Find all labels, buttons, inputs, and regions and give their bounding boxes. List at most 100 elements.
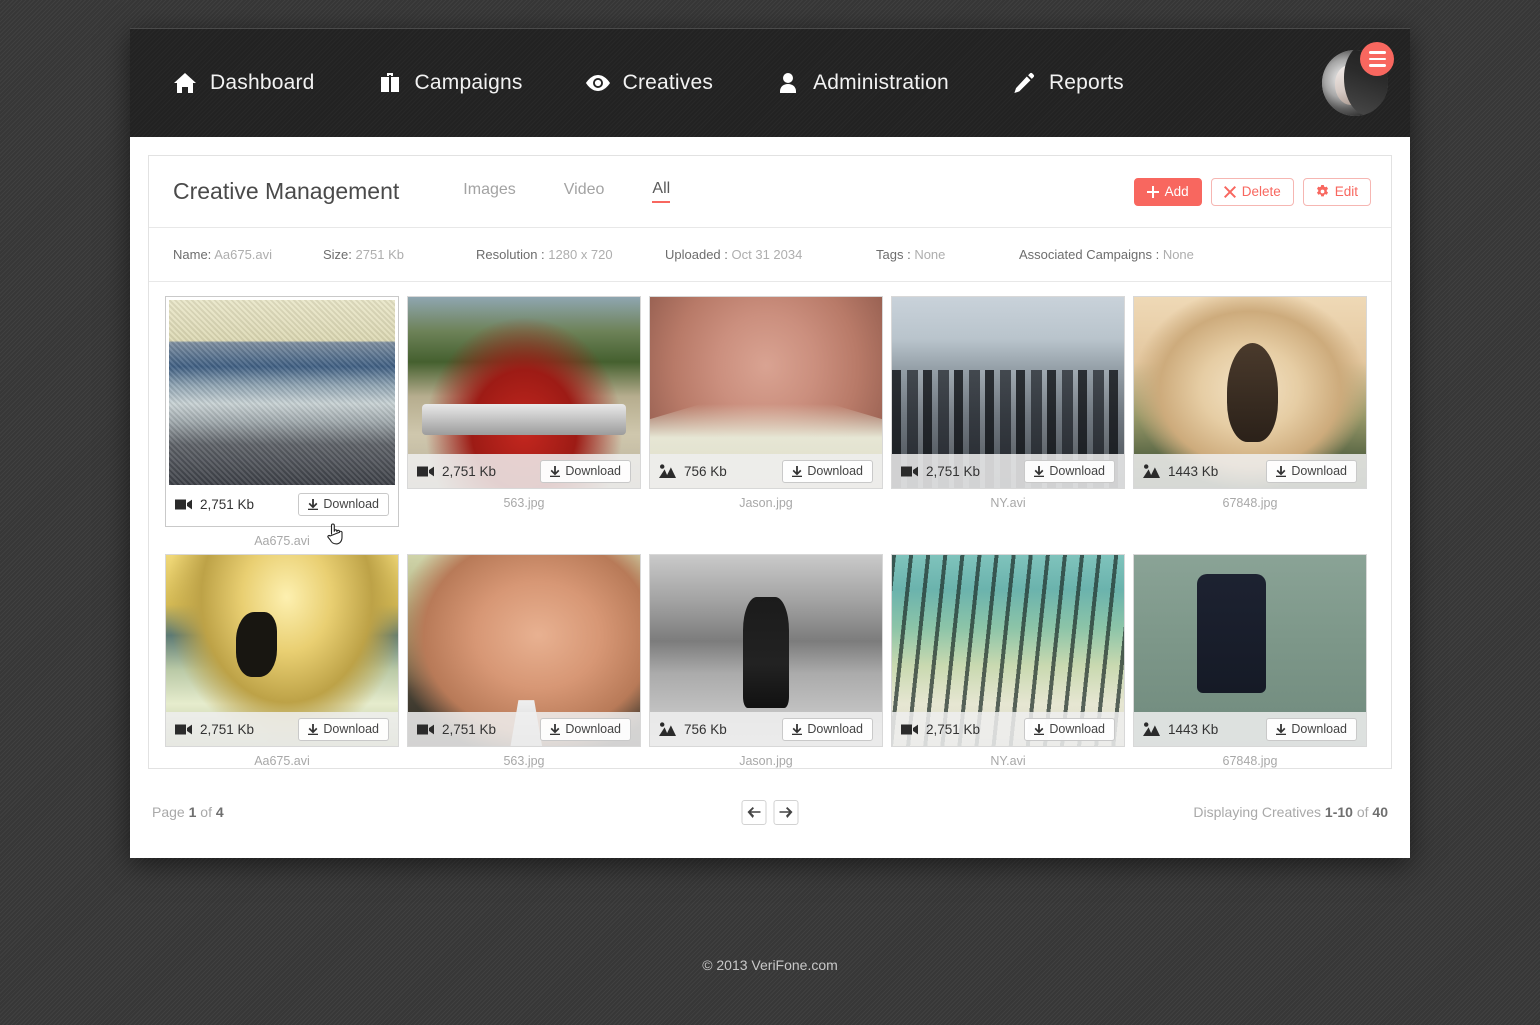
nav-item-administration[interactable]: Administration <box>775 70 949 96</box>
creative-thumbnail[interactable]: 2,751 Kb Download <box>408 555 640 746</box>
meta-campaigns-value: None <box>1162 247 1194 262</box>
download-button-label: Download <box>565 464 621 478</box>
creative-filename: 67848.jpg <box>1222 496 1278 510</box>
hamburger-icon[interactable] <box>1360 42 1394 76</box>
creative-card[interactable]: 2,751 Kb Download <box>407 296 641 489</box>
creative-filename: 563.jpg <box>503 754 545 768</box>
download-button-label: Download <box>323 722 379 736</box>
video-icon <box>175 497 192 512</box>
creative-card-bar: 2,751 Kb Download <box>408 712 640 746</box>
creative-card[interactable]: 756 Kb Download <box>649 554 883 747</box>
page-mid: of <box>200 804 212 820</box>
creative-size: 756 Kb <box>659 464 727 479</box>
creative-thumbnail[interactable]: 2,751 Kb Download <box>166 555 398 746</box>
meta-name: Name: Aa675.avi <box>173 247 323 262</box>
nav-item-reports[interactable]: Reports <box>1011 70 1124 96</box>
download-button[interactable]: Download <box>540 717 631 741</box>
meta-uploaded-value: Oct 31 2034 <box>731 247 803 262</box>
page-current: 1 <box>188 804 197 820</box>
download-icon <box>308 498 319 510</box>
creative-size-label: 1443 Kb <box>1168 721 1219 737</box>
creative-card[interactable]: 2,751 Kb Download <box>407 554 641 747</box>
creative-filename: Aa675.avi <box>254 754 310 768</box>
download-button[interactable]: Download <box>782 717 873 741</box>
delete-button[interactable]: Delete <box>1210 177 1294 206</box>
creative-size-label: 2,751 Kb <box>926 721 981 737</box>
video-icon <box>417 464 434 479</box>
creative-cell: 756 Kb Download Jason.jpg <box>645 296 887 548</box>
nav-item-dashboard-label: Dashboard <box>210 71 315 94</box>
creative-thumbnail[interactable]: 756 Kb Download <box>650 555 882 746</box>
displaying-mid: of <box>1356 804 1369 820</box>
meta-resolution-value: 1280 x 720 <box>548 247 613 262</box>
creative-filename: Jason.jpg <box>739 754 793 768</box>
creative-cell: 1443 Kb Download 67848.jpg <box>1129 554 1371 768</box>
creative-thumbnail[interactable]: 756 Kb Download <box>650 297 882 488</box>
edit-button[interactable]: Edit <box>1302 177 1371 206</box>
creative-size-label: 756 Kb <box>684 721 727 737</box>
nav-item-campaigns[interactable]: Campaigns <box>377 70 523 96</box>
creative-thumbnail[interactable]: 1443 Kb Download <box>1134 555 1366 746</box>
download-icon <box>1276 465 1287 477</box>
creative-card[interactable]: 1443 Kb Download <box>1133 554 1367 747</box>
download-button[interactable]: Download <box>782 459 873 483</box>
creative-card[interactable]: 2,751 Kb Download <box>165 296 399 527</box>
add-button[interactable]: Add <box>1133 177 1202 206</box>
displaying-range: 1-10 <box>1324 804 1353 820</box>
creative-cell: 2,751 Kb Download Aa675.avi <box>161 554 403 768</box>
creative-card[interactable]: 2,751 Kb Download <box>891 296 1125 489</box>
creative-thumbnail[interactable]: 2,751 Kb Download <box>892 297 1124 488</box>
creative-card[interactable]: 756 Kb Download <box>649 296 883 489</box>
nav-item-dashboard[interactable]: Dashboard <box>172 70 315 96</box>
creative-size: 1443 Kb <box>1143 722 1218 737</box>
displaying-count: Displaying Creatives 1-10 of 40 <box>1193 804 1388 820</box>
creative-size-label: 756 Kb <box>684 463 727 479</box>
eye-icon <box>585 70 611 96</box>
image-icon <box>1143 722 1160 737</box>
creative-cell: 756 Kb Download Jason.jpg <box>645 554 887 768</box>
pencil-icon <box>1011 70 1037 96</box>
creative-cell: 2,751 Kb Download NY.avi <box>887 554 1129 768</box>
meta-size-label: Size: <box>323 247 352 262</box>
displaying-prefix: Displaying Creatives <box>1193 804 1322 820</box>
creative-filename: 563.jpg <box>503 496 545 510</box>
download-button[interactable]: Download <box>298 717 389 741</box>
download-button[interactable]: Download <box>1266 717 1357 741</box>
creative-card-bar: 2,751 Kb Download <box>408 454 640 488</box>
avatar-menu[interactable] <box>1322 42 1394 116</box>
nav-item-campaigns-label: Campaigns <box>414 71 523 94</box>
tab-all[interactable]: All <box>652 180 671 203</box>
creative-thumbnail[interactable]: 2,751 Kb Download <box>892 555 1124 746</box>
hamburger-bar <box>1368 57 1386 61</box>
image-icon <box>659 722 676 737</box>
download-button[interactable]: Download <box>1024 717 1115 741</box>
creative-card[interactable]: 2,751 Kb Download <box>891 554 1125 747</box>
creative-thumbnail[interactable]: 1443 Kb Download <box>1134 297 1366 488</box>
creative-card-bar: 756 Kb Download <box>650 454 882 488</box>
download-button-label: Download <box>1049 722 1105 736</box>
download-button[interactable]: Download <box>298 492 389 516</box>
download-button[interactable]: Download <box>1024 459 1115 483</box>
download-icon <box>550 723 561 735</box>
creative-size-label: 2,751 Kb <box>926 463 981 479</box>
creative-card[interactable]: 2,751 Kb Download <box>165 554 399 747</box>
creative-card[interactable]: 1443 Kb Download <box>1133 296 1367 489</box>
image-icon <box>1143 464 1160 479</box>
creative-thumbnail[interactable]: 2,751 Kb Download <box>408 297 640 488</box>
tab-video[interactable]: Video <box>564 181 605 202</box>
meta-uploaded-label: Uploaded : <box>665 247 728 262</box>
creative-size-label: 2,751 Kb <box>200 721 255 737</box>
tab-images[interactable]: Images <box>463 181 515 202</box>
download-icon <box>1034 723 1045 735</box>
video-icon <box>901 464 918 479</box>
pagination-bar: Page 1 of 4 Displaying Creatives 1-10 of… <box>148 769 1392 855</box>
nav-item-creatives[interactable]: Creatives <box>585 70 714 96</box>
close-icon <box>1223 185 1236 198</box>
download-button-label: Download <box>807 464 863 478</box>
arrow-left-icon[interactable] <box>741 799 767 825</box>
download-button[interactable]: Download <box>1266 459 1357 483</box>
creative-thumbnail[interactable] <box>169 300 395 485</box>
download-button[interactable]: Download <box>540 459 631 483</box>
meta-size-value: 2751 Kb <box>355 247 404 262</box>
arrow-right-icon[interactable] <box>773 799 799 825</box>
